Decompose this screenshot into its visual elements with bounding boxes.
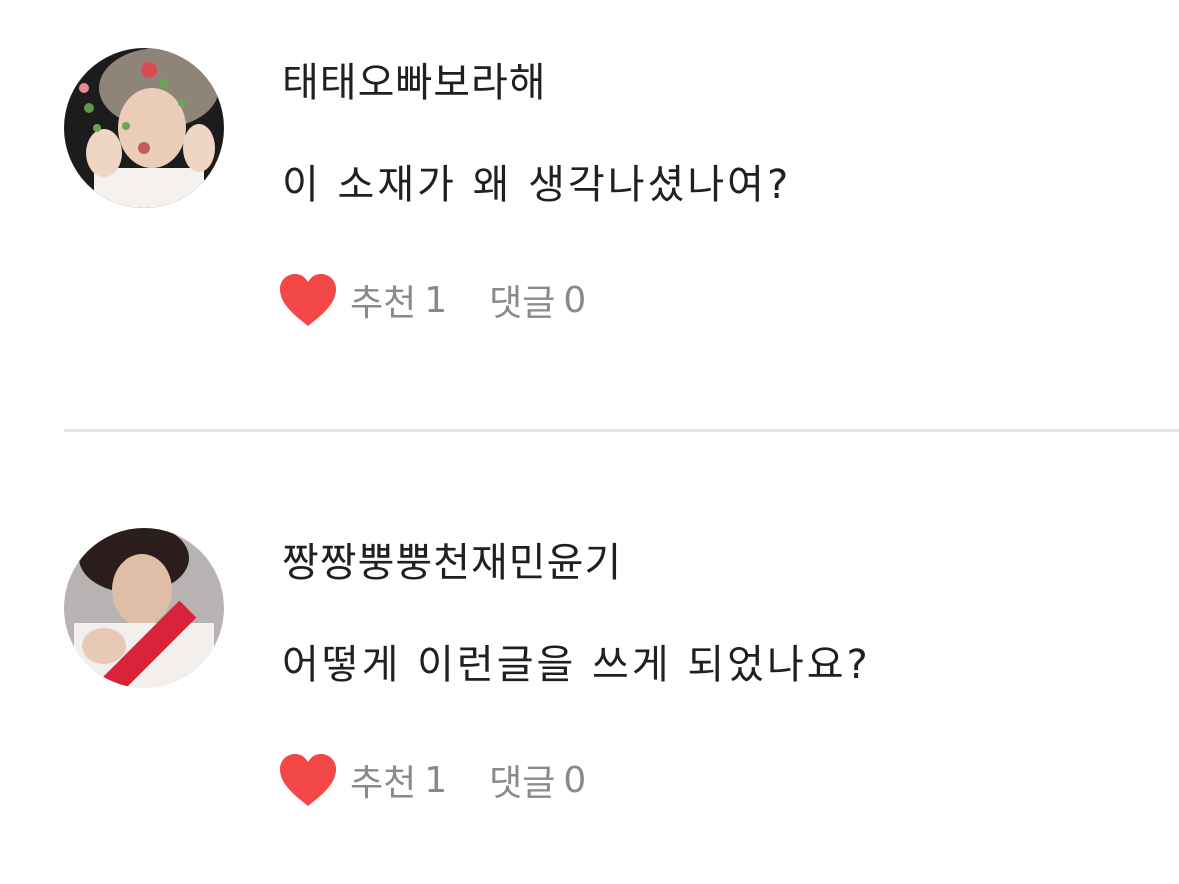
comment-username[interactable]: 짱짱뿡뿡천재민윤기 (282, 538, 622, 588)
reply-label: 댓글 (489, 763, 556, 804)
avatar[interactable] (64, 48, 224, 208)
like-label[interactable]: 추천 (350, 754, 416, 806)
like-count: 1 (424, 759, 448, 801)
heart-icon[interactable] (278, 752, 338, 808)
like-label[interactable]: 추천 (350, 274, 416, 326)
heart-icon[interactable] (278, 272, 338, 328)
reply-count: 0 (563, 279, 587, 321)
comment-item: 태태오빠보라해 이 소재가 왜 생각나셨나여? 추천 1 댓글 0 (0, 0, 1179, 360)
comment-text: 어떻게 이런글을 쓰게 되었나요? (282, 642, 871, 688)
reply-button[interactable]: 댓글 0 (489, 754, 586, 806)
comment-meta: 추천 1 댓글 0 (278, 752, 586, 808)
comment-username[interactable]: 태태오빠보라해 (282, 58, 547, 108)
like-count: 1 (424, 279, 448, 321)
avatar-image (64, 48, 224, 208)
reply-count: 0 (563, 759, 587, 801)
divider (64, 429, 1179, 432)
comment-item: 짱짱뿡뿡천재민윤기 어떻게 이런글을 쓰게 되었나요? 추천 1 댓글 0 (0, 480, 1179, 840)
avatar[interactable] (64, 528, 224, 688)
comment-meta: 추천 1 댓글 0 (278, 272, 586, 328)
reply-button[interactable]: 댓글 0 (489, 274, 586, 326)
reply-label: 댓글 (489, 283, 556, 324)
avatar-image (64, 528, 224, 688)
comment-text: 이 소재가 왜 생각나셨나여? (282, 162, 792, 208)
